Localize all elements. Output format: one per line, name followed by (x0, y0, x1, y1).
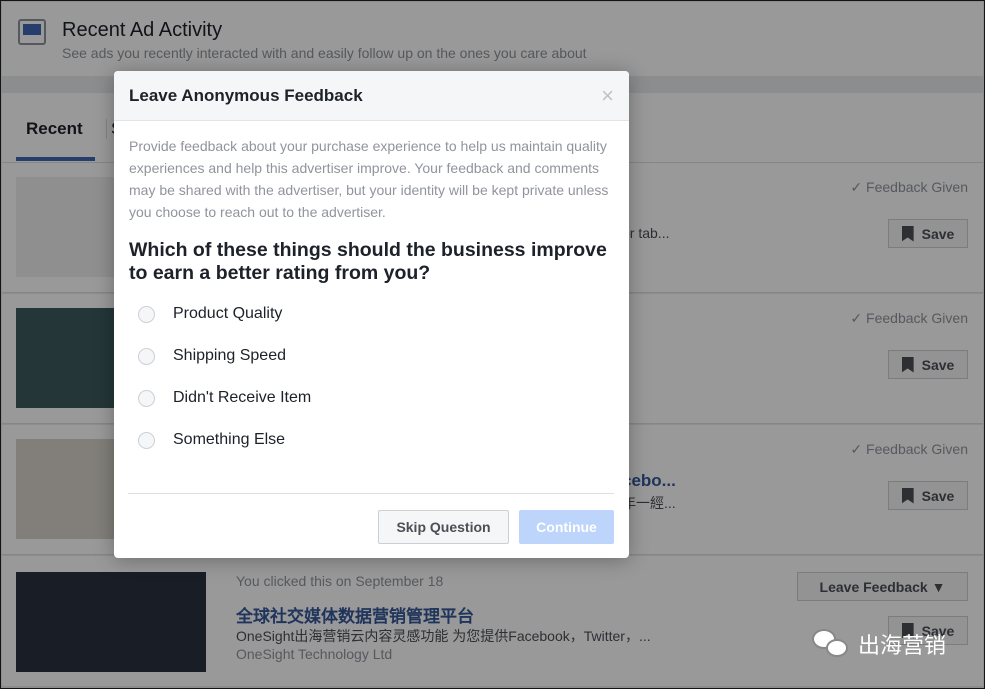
option-label: Product Quality (173, 305, 283, 322)
feedback-question: Which of these things should the busines… (129, 239, 607, 284)
wechat-icon (812, 629, 850, 659)
option-label: Something Else (173, 431, 286, 448)
watermark-text: 出海营销 (858, 633, 947, 658)
feedback-dialog: Leave Anonymous Feedback × Provide feedb… (114, 71, 629, 558)
radio-button[interactable] (138, 431, 155, 449)
radio-button[interactable] (138, 305, 155, 323)
divider (128, 493, 614, 494)
radio-button[interactable] (138, 389, 155, 407)
close-icon[interactable]: × (601, 83, 614, 109)
dialog-title: Leave Anonymous Feedback (129, 86, 363, 105)
option-shipping-speed[interactable]: Shipping Speed (138, 347, 286, 365)
skip-question-button[interactable]: Skip Question (378, 510, 509, 544)
option-something-else[interactable]: Something Else (138, 431, 285, 449)
continue-button[interactable]: Continue (519, 510, 614, 544)
dialog-header: Leave Anonymous Feedback × (114, 71, 629, 121)
option-label: Shipping Speed (173, 347, 286, 364)
option-label: Didn't Receive Item (173, 389, 312, 406)
option-product-quality[interactable]: Product Quality (138, 305, 282, 323)
watermark: 出海营销 (812, 628, 946, 660)
option-didnt-receive-item[interactable]: Didn't Receive Item (138, 389, 311, 407)
dialog-description: Provide feedback about your purchase exp… (129, 138, 609, 220)
radio-button[interactable] (138, 347, 155, 365)
